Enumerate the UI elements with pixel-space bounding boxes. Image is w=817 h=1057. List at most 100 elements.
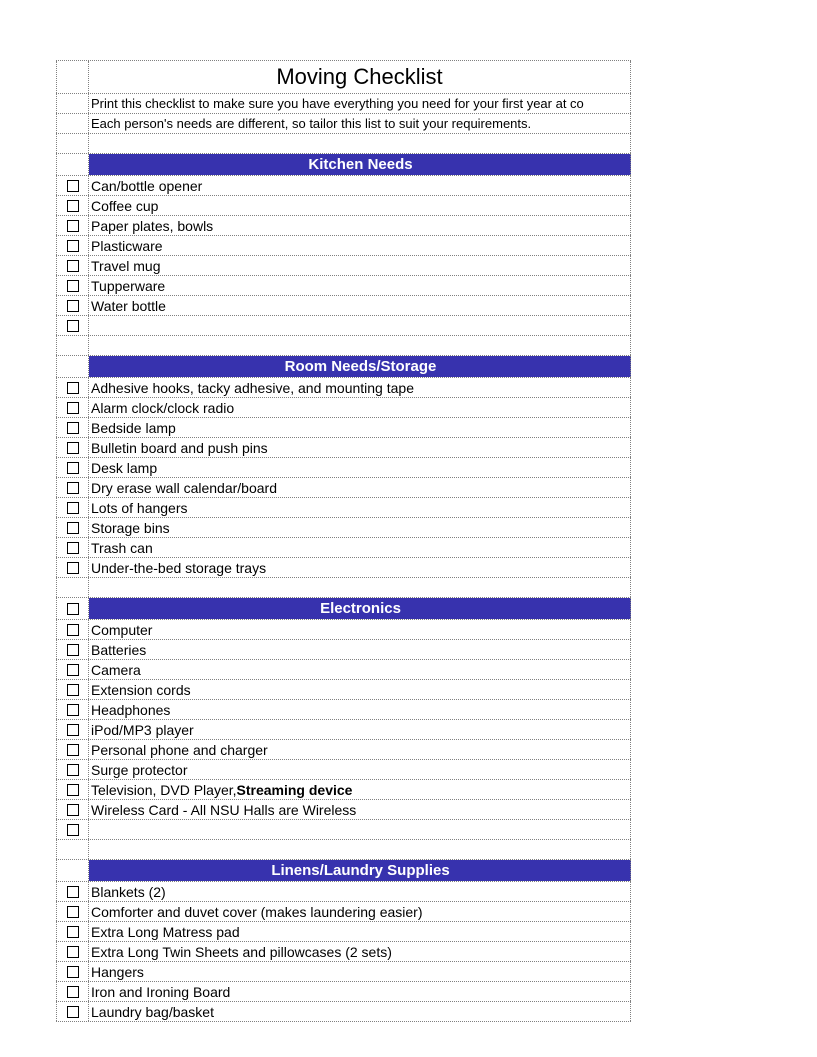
- intro-row-1: Print this checklist to make sure you ha…: [56, 94, 631, 114]
- checkbox-icon[interactable]: [67, 784, 79, 796]
- item-label: [89, 820, 631, 839]
- checkbox-icon[interactable]: [67, 200, 79, 212]
- checkbox-icon[interactable]: [67, 502, 79, 514]
- checkbox-icon[interactable]: [67, 240, 79, 252]
- item-label: Travel mug: [89, 256, 631, 275]
- section-header-row: Electronics: [56, 598, 631, 620]
- intro-row-2: Each person's needs are different, so ta…: [56, 114, 631, 134]
- item-label: Coffee cup: [89, 196, 631, 215]
- section-header-row: Room Needs/Storage: [56, 356, 631, 378]
- list-item: iPod/MP3 player: [56, 720, 631, 740]
- checkbox-icon[interactable]: [67, 824, 79, 836]
- checkbox-icon[interactable]: [67, 744, 79, 756]
- item-label: Water bottle: [89, 296, 631, 315]
- checkbox-icon[interactable]: [67, 624, 79, 636]
- item-label-bold: Streaming device: [237, 782, 353, 798]
- spacer-row: [56, 336, 631, 356]
- checkbox-icon[interactable]: [67, 804, 79, 816]
- item-label: Bedside lamp: [89, 418, 631, 437]
- item-label: Lots of hangers: [89, 498, 631, 517]
- checkbox-icon[interactable]: [67, 886, 79, 898]
- checkbox-icon[interactable]: [67, 382, 79, 394]
- list-item: Comforter and duvet cover (makes launder…: [56, 902, 631, 922]
- list-item: Headphones: [56, 700, 631, 720]
- list-item: Trash can: [56, 538, 631, 558]
- checkbox-icon[interactable]: [67, 644, 79, 656]
- list-item: Camera: [56, 660, 631, 680]
- item-label: Alarm clock/clock radio: [89, 398, 631, 417]
- list-item: [56, 820, 631, 840]
- section-header: Electronics: [89, 598, 631, 619]
- checkbox-icon[interactable]: [67, 966, 79, 978]
- item-label: Personal phone and charger: [89, 740, 631, 759]
- list-item: Blankets (2): [56, 882, 631, 902]
- item-label: Under-the-bed storage trays: [89, 558, 631, 577]
- section-header-row: Linens/Laundry Supplies: [56, 860, 631, 882]
- list-item: Plasticware: [56, 236, 631, 256]
- checkbox-icon[interactable]: [67, 724, 79, 736]
- checkbox-icon[interactable]: [67, 422, 79, 434]
- item-label: Extra Long Matress pad: [89, 922, 631, 941]
- checkbox-icon[interactable]: [67, 442, 79, 454]
- list-item: Bedside lamp: [56, 418, 631, 438]
- item-label: Laundry bag/basket: [89, 1002, 631, 1021]
- item-label: Desk lamp: [89, 458, 631, 477]
- checkbox-icon[interactable]: [67, 664, 79, 676]
- checkbox-icon[interactable]: [67, 1006, 79, 1018]
- item-label: Extension cords: [89, 680, 631, 699]
- checkbox-icon[interactable]: [67, 180, 79, 192]
- item-label: Surge protector: [89, 760, 631, 779]
- checkbox-icon[interactable]: [67, 462, 79, 474]
- item-label: Trash can: [89, 538, 631, 557]
- checkbox-icon[interactable]: [67, 300, 79, 312]
- list-item: Television, DVD Player, Streaming device: [56, 780, 631, 800]
- checkbox-icon[interactable]: [67, 542, 79, 554]
- item-label: Plasticware: [89, 236, 631, 255]
- checkbox-icon[interactable]: [67, 704, 79, 716]
- item-label: Blankets (2): [89, 882, 631, 901]
- list-item: Personal phone and charger: [56, 740, 631, 760]
- checkbox-icon[interactable]: [67, 562, 79, 574]
- title-row: Moving Checklist: [56, 60, 631, 94]
- item-label: Camera: [89, 660, 631, 679]
- checkbox-icon[interactable]: [67, 764, 79, 776]
- checkbox-icon[interactable]: [67, 482, 79, 494]
- checkbox-icon[interactable]: [67, 684, 79, 696]
- item-label: Computer: [89, 620, 631, 639]
- item-label: Tupperware: [89, 276, 631, 295]
- list-item: Can/bottle opener: [56, 176, 631, 196]
- page-title: Moving Checklist: [89, 61, 631, 93]
- spacer-row: [56, 578, 631, 598]
- spacer-row: [56, 134, 631, 154]
- checkbox-icon[interactable]: [67, 906, 79, 918]
- item-label: Batteries: [89, 640, 631, 659]
- checkbox-icon[interactable]: [67, 603, 79, 615]
- checkbox-icon[interactable]: [67, 926, 79, 938]
- list-item: Laundry bag/basket: [56, 1002, 631, 1022]
- list-item: Extra Long Matress pad: [56, 922, 631, 942]
- list-item: Extension cords: [56, 680, 631, 700]
- checkbox-icon[interactable]: [67, 220, 79, 232]
- checkbox-icon[interactable]: [67, 946, 79, 958]
- list-item: Alarm clock/clock radio: [56, 398, 631, 418]
- checkbox-icon[interactable]: [67, 320, 79, 332]
- item-label: Adhesive hooks, tacky adhesive, and moun…: [89, 378, 631, 397]
- checkbox-icon[interactable]: [67, 986, 79, 998]
- item-label: Paper plates, bowls: [89, 216, 631, 235]
- list-item: Computer: [56, 620, 631, 640]
- item-label: Headphones: [89, 700, 631, 719]
- list-item: Coffee cup: [56, 196, 631, 216]
- list-item: Paper plates, bowls: [56, 216, 631, 236]
- list-item: Storage bins: [56, 518, 631, 538]
- checkbox-icon[interactable]: [67, 260, 79, 272]
- section-header-row: Kitchen Needs: [56, 154, 631, 176]
- checkbox-icon[interactable]: [67, 402, 79, 414]
- item-label: Extra Long Twin Sheets and pillowcases (…: [89, 942, 631, 961]
- item-label: Wireless Card - All NSU Halls are Wirele…: [89, 800, 631, 819]
- checklist-table: Moving Checklist Print this checklist to…: [56, 60, 631, 1022]
- checkbox-icon[interactable]: [67, 280, 79, 292]
- checkbox-icon[interactable]: [67, 522, 79, 534]
- item-label: Bulletin board and push pins: [89, 438, 631, 457]
- list-item: Tupperware: [56, 276, 631, 296]
- item-label: Hangers: [89, 962, 631, 981]
